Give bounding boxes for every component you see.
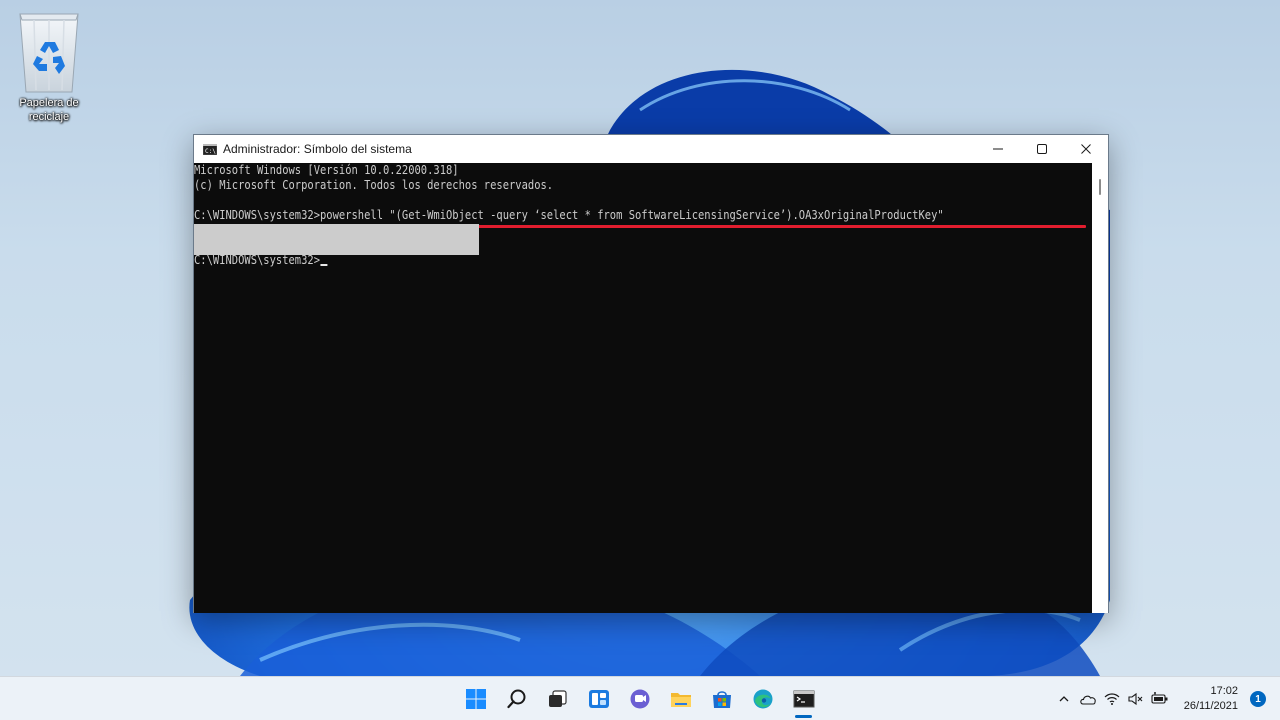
onedrive-icon — [1080, 695, 1096, 705]
widgets-icon — [588, 690, 609, 708]
maximize-icon — [1037, 144, 1047, 154]
desktop-icon-recycle-bin[interactable]: Papelera de reciclaje — [12, 6, 86, 124]
console-output[interactable]: Microsoft Windows [Versión 10.0.22000.31… — [194, 163, 1094, 613]
console-prompt: C:\WINDOWS\system32> — [194, 253, 321, 267]
recycle-bin-icon — [19, 13, 79, 93]
volume-button[interactable] — [1124, 687, 1148, 711]
show-hidden-icons-button[interactable] — [1052, 687, 1076, 711]
minimize-icon — [993, 148, 1003, 150]
command-prompt-taskbar-button[interactable] — [783, 677, 824, 720]
command-prompt-icon — [793, 690, 814, 708]
vertical-scrollbar[interactable] — [1092, 163, 1108, 613]
console-prompt-line: C:\WINDOWS\system32> — [194, 253, 327, 268]
console-command-line: C:\WINDOWS\system32>powershell "(Get-Wmi… — [194, 208, 944, 222]
edge-button[interactable] — [742, 677, 783, 720]
cmd-icon: C:\ — [203, 143, 217, 155]
desktop-icon-label: Papelera de reciclaje — [19, 97, 79, 123]
wifi-icon — [1104, 693, 1120, 705]
microsoft-store-button[interactable] — [701, 677, 742, 720]
maximize-button[interactable] — [1020, 135, 1064, 163]
command-prompt-window[interactable]: C:\ Administrador: Símbolo del sistema M… — [193, 134, 1109, 613]
onedrive-button[interactable] — [1076, 687, 1100, 711]
clock-date: 26/11/2021 — [1183, 700, 1238, 712]
file-explorer-icon — [670, 693, 691, 707]
system-tray: 17:02 26/11/2021 1 — [1052, 677, 1266, 720]
microsoft-store-icon — [712, 691, 731, 708]
widgets-button[interactable] — [578, 677, 619, 720]
scrollbar-thumb[interactable] — [1099, 179, 1101, 195]
search-button[interactable] — [496, 677, 537, 720]
network-button[interactable] — [1100, 687, 1124, 711]
close-button[interactable] — [1064, 135, 1108, 163]
teams-chat-button[interactable] — [619, 677, 660, 720]
taskbar: 17:02 26/11/2021 1 — [0, 676, 1280, 720]
battery-plug-icon — [1151, 692, 1168, 704]
command-highlight-underline — [434, 225, 1086, 228]
search-icon — [506, 689, 525, 709]
task-view-icon — [548, 690, 567, 707]
text-cursor — [320, 264, 327, 266]
windows-start-icon — [465, 689, 486, 709]
task-view-button[interactable] — [537, 677, 578, 720]
battery-button[interactable] — [1148, 687, 1172, 711]
volume-muted-icon — [1128, 692, 1143, 706]
window-title: Administrador: Símbolo del sistema — [223, 142, 412, 156]
file-explorer-button[interactable] — [660, 677, 701, 720]
teams-chat-icon — [630, 689, 649, 709]
clock-time: 17:02 — [1210, 685, 1238, 697]
close-icon — [1081, 144, 1091, 154]
redacted-output-block — [194, 224, 479, 255]
console-line: (c) Microsoft Corporation. Todos los der… — [194, 178, 554, 192]
edge-icon — [753, 689, 772, 709]
chevron-up-icon — [1059, 696, 1069, 702]
notification-badge[interactable]: 1 — [1250, 691, 1266, 707]
minimize-button[interactable] — [976, 135, 1020, 163]
console-line: Microsoft Windows [Versión 10.0.22000.31… — [194, 163, 459, 177]
taskbar-clock[interactable]: 17:02 26/11/2021 — [1184, 684, 1238, 714]
title-bar[interactable]: C:\ Administrador: Símbolo del sistema — [194, 135, 1108, 163]
start-button[interactable] — [455, 677, 496, 720]
svg-text:C:\: C:\ — [205, 148, 216, 155]
active-app-indicator — [795, 715, 812, 718]
